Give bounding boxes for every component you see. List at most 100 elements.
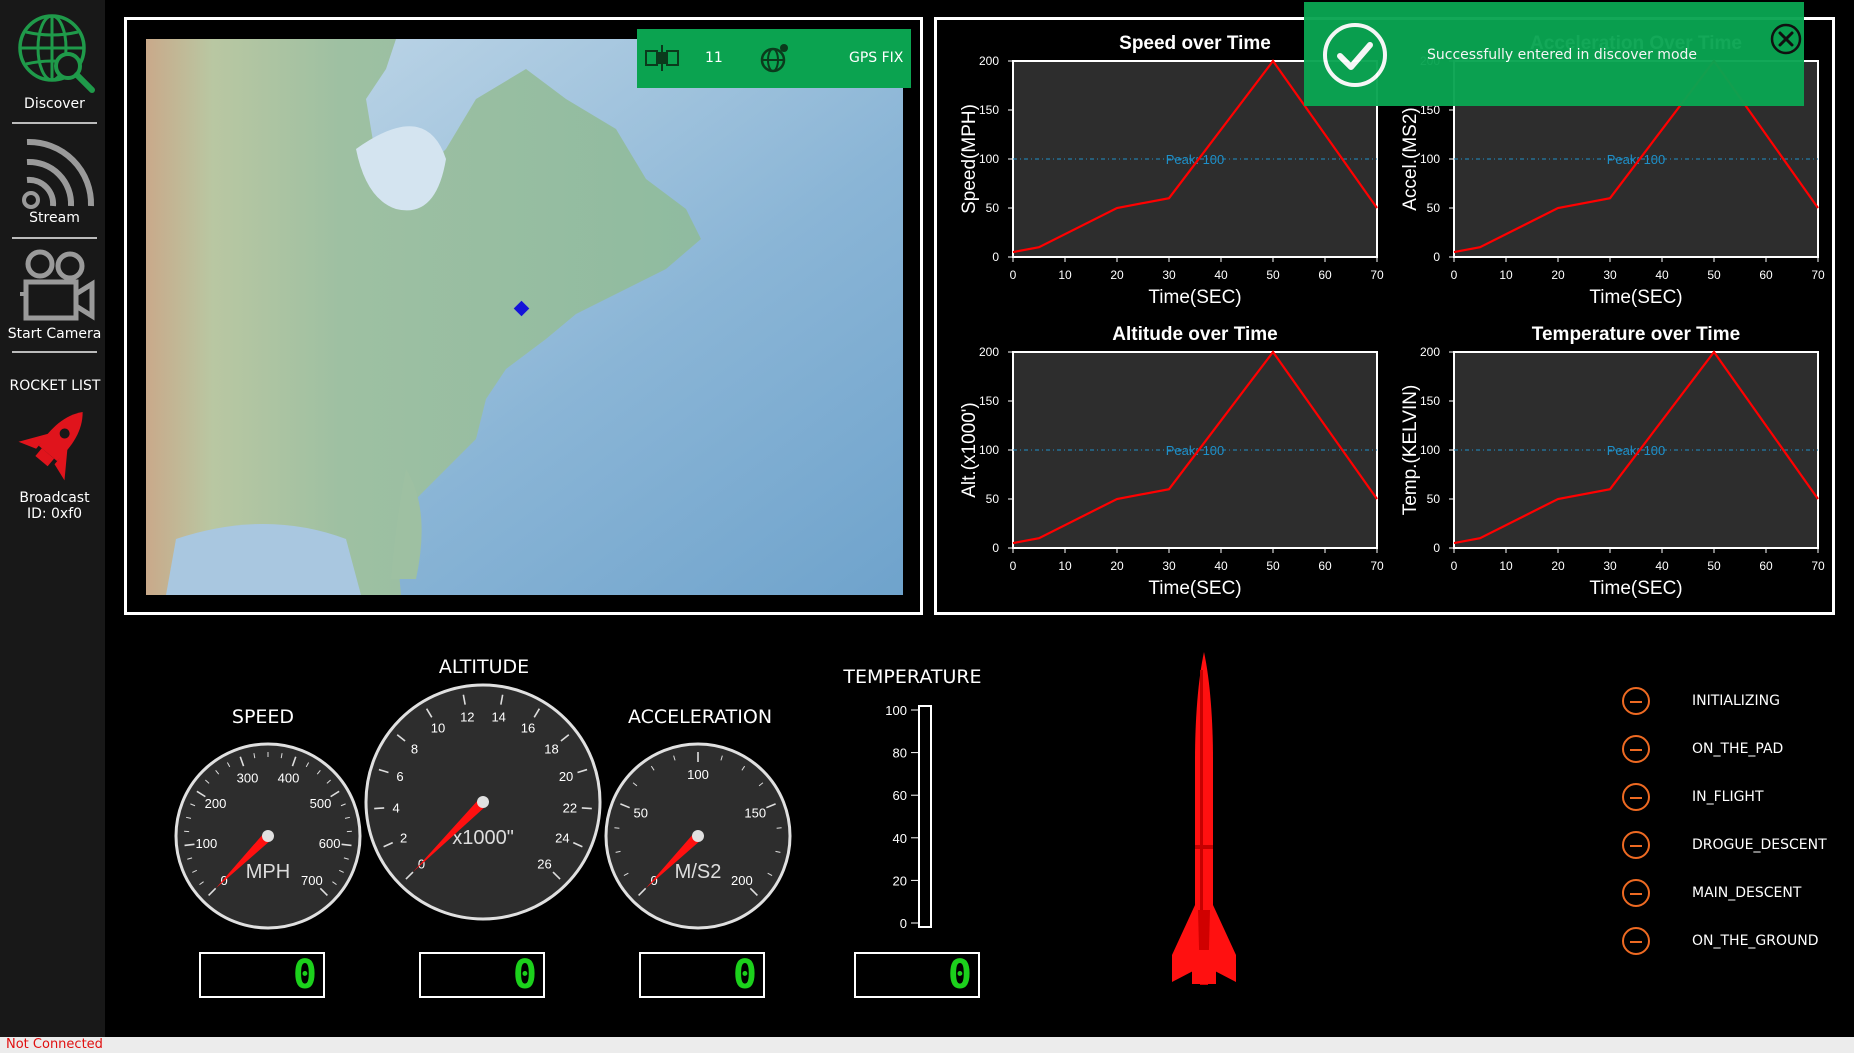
gauges-panel: 0100200300400500600700MPH024681012141618… — [174, 683, 932, 931]
gauge-tick-label: 400 — [278, 770, 300, 785]
status-on-the-ground: ON_THE_GROUND — [1622, 927, 1842, 961]
x-tick-label: 60 — [1318, 559, 1332, 573]
x-tick-label: 20 — [1551, 268, 1565, 282]
y-tick-label: 200 — [979, 345, 999, 359]
discover-label: Discover — [24, 96, 85, 112]
status-indicator-icon — [1622, 735, 1650, 763]
x-tick-label: 40 — [1655, 268, 1669, 282]
y-tick-label: 100 — [979, 443, 999, 457]
gulf — [166, 524, 361, 595]
close-circle-icon[interactable] — [1769, 22, 1803, 56]
speed-lcd: 0 — [199, 952, 325, 998]
discover-button[interactable]: Discover — [5, 6, 104, 116]
temperature-tick-label: 40 — [893, 831, 907, 846]
x-tick-label: 0 — [1451, 268, 1458, 282]
x-tick-label: 10 — [1499, 268, 1513, 282]
gauge-unit: x1000" — [452, 827, 514, 849]
x-tick-label: 10 — [1058, 268, 1072, 282]
x-tick-label: 20 — [1551, 559, 1565, 573]
gauge-tick-label: 22 — [563, 800, 577, 815]
rocket-model — [1172, 652, 1236, 985]
gauge-tick-label: 16 — [521, 721, 535, 736]
gauge-unit: MPH — [246, 861, 290, 883]
sidebar-divider — [12, 351, 97, 353]
gauge-tick-label: 50 — [633, 805, 647, 820]
x-tick-label: 30 — [1603, 268, 1617, 282]
x-tick-label: 30 — [1162, 268, 1176, 282]
gauge-tick-label: 500 — [310, 796, 332, 811]
y-tick-label: 0 — [1433, 250, 1440, 264]
y-tick-label: 100 — [1420, 443, 1440, 457]
gauge-tick-label: 600 — [319, 836, 341, 851]
chart-title: Altitude over Time — [1112, 324, 1277, 345]
x-tick-label: 70 — [1370, 268, 1384, 282]
altitude-lcd-value: 0 — [512, 952, 537, 998]
gauge-tick — [341, 843, 352, 847]
x-tick-label: 60 — [1759, 559, 1773, 573]
gauge-tick-label: 2 — [400, 831, 407, 846]
x-tick-label: 10 — [1499, 559, 1513, 573]
y-tick-label: 200 — [1420, 345, 1440, 359]
x-tick-label: 40 — [1214, 559, 1228, 573]
x-tick-label: 10 — [1058, 559, 1072, 573]
gps-globe-icon — [760, 44, 788, 73]
rocket-list-item[interactable]: Broadcast ID: 0xf0 — [5, 400, 104, 522]
gauge-tick-label: 20 — [559, 769, 573, 784]
y-tick-label: 50 — [986, 201, 1000, 215]
gauge-tick-label: 100 — [687, 767, 709, 782]
status-on-the-pad: ON_THE_PAD — [1622, 735, 1842, 769]
temperature-tick-label: 0 — [900, 916, 907, 931]
status-initializing: INITIALIZING — [1622, 687, 1842, 721]
gauge-hub — [262, 830, 274, 842]
notification-toast: Successfully entered in discover mode — [1304, 2, 1804, 106]
x-tick-label: 30 — [1162, 559, 1176, 573]
status-main-descent: MAIN_DESCENT — [1622, 879, 1842, 913]
gauge-tick — [184, 843, 195, 847]
speed-lcd-value: 0 — [292, 952, 317, 998]
y-tick-label: 0 — [992, 541, 999, 555]
y-tick-label: 100 — [979, 152, 999, 166]
temperature-tick-label: 20 — [893, 873, 907, 888]
status-indicator-icon — [1622, 783, 1650, 811]
status-in-flight: IN_FLIGHT — [1622, 783, 1842, 817]
x-tick-label: 60 — [1759, 268, 1773, 282]
x-tick-label: 40 — [1655, 559, 1669, 573]
map-view[interactable] — [146, 39, 903, 595]
status-label: INITIALIZING — [1692, 693, 1780, 709]
altitude-gauge: 02468101214161820222426x1000" — [364, 683, 602, 921]
temperature-tick-label: 80 — [893, 746, 907, 761]
status-label: IN_FLIGHT — [1692, 789, 1764, 805]
status-label: DROGUE_DESCENT — [1692, 837, 1827, 853]
rocket-item-label: Broadcast — [19, 490, 90, 506]
status-indicator-icon — [1622, 927, 1650, 955]
start-camera-label: Start Camera — [7, 326, 102, 342]
sidebar-divider — [12, 122, 97, 124]
speed-gauge: 0100200300400500600700MPH — [174, 742, 362, 930]
altitude-lcd: 0 — [419, 952, 545, 998]
satellite-count: 11 — [705, 50, 723, 66]
gauge-tick-label: 6 — [396, 769, 403, 784]
gauge-tick-label: 12 — [460, 709, 474, 724]
x-tick-label: 50 — [1266, 559, 1280, 573]
start-camera-button[interactable]: Start Camera — [5, 244, 104, 348]
x-tick-label: 50 — [1266, 268, 1280, 282]
x-tick-label: 40 — [1214, 268, 1228, 282]
chart-altitude: Altitude over Time 0 50 100 150 200 0 10 20 30 40 5… — [959, 324, 1384, 599]
temperature-tick-label: 60 — [893, 788, 907, 803]
y-tick-label: 0 — [1433, 541, 1440, 555]
y-tick-label: 0 — [992, 250, 999, 264]
stream-label: Stream — [29, 210, 80, 226]
acceleration-lcd: 0 — [639, 952, 765, 998]
connection-status: Not Connected — [6, 1037, 103, 1052]
stream-button[interactable]: Stream — [5, 128, 104, 232]
gauge-tick-label: 26 — [537, 857, 551, 872]
x-axis-label: Time(SEC) — [1148, 287, 1241, 308]
wifi-stream-icon — [21, 138, 94, 209]
x-tick-label: 70 — [1370, 559, 1384, 573]
y-tick-label: 150 — [979, 103, 999, 117]
y-tick-label: 50 — [1427, 492, 1441, 506]
y-tick-label: 150 — [1420, 394, 1440, 408]
gauge-tick-label: 24 — [555, 831, 569, 846]
x-tick-label: 70 — [1811, 268, 1825, 282]
toast-message: Successfully entered in discover mode — [1427, 47, 1698, 63]
